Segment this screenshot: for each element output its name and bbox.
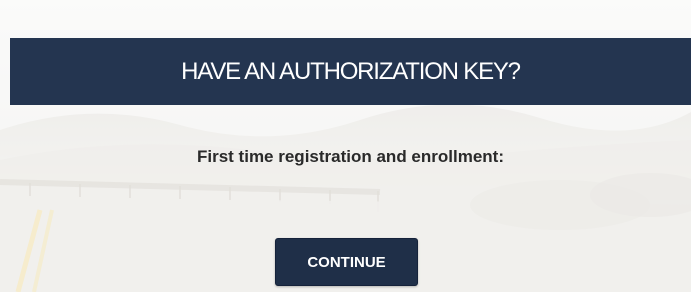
registration-subtitle: First time registration and enrollment: (197, 147, 504, 166)
continue-button[interactable]: CONTINUE (275, 238, 418, 286)
header-title: HAVE AN AUTHORIZATION KEY? (181, 57, 521, 85)
header-bar: HAVE AN AUTHORIZATION KEY? (10, 38, 691, 105)
